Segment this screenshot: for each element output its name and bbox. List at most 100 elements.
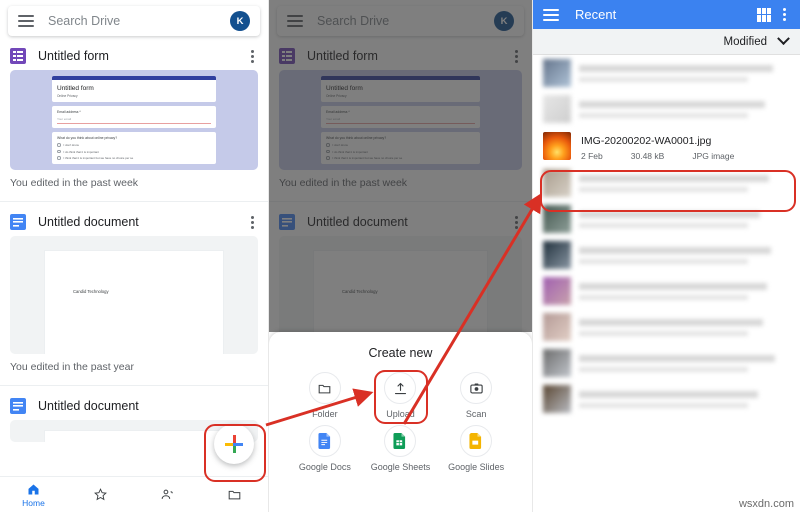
radio-icon — [57, 149, 61, 154]
file-meta — [579, 246, 790, 264]
form-preview-header: Untitled form Online Privacy — [52, 76, 216, 102]
modal-scrim[interactable] — [269, 0, 532, 332]
sort-control[interactable]: Modified — [533, 29, 800, 55]
file-thumbnail — [543, 349, 571, 377]
list-item[interactable] — [533, 55, 800, 91]
document-page-preview — [44, 430, 224, 442]
nav-item-starred[interactable] — [67, 487, 134, 502]
google-sheets-icon — [393, 433, 406, 449]
nav-item-label: Home — [22, 497, 45, 508]
bottom-sheet-title: Create new — [368, 346, 433, 360]
file-size: 30.48 kB — [630, 151, 665, 161]
nav-item-shared[interactable] — [134, 487, 201, 502]
more-vert-icon[interactable] — [783, 8, 786, 21]
shared-people-icon — [161, 489, 173, 499]
form-preview-field-placeholder: Your email — [57, 117, 211, 124]
chevron-down-icon[interactable] — [777, 32, 790, 46]
create-option-google-sheets[interactable]: Google Sheets — [363, 425, 439, 472]
file-thumbnail — [543, 169, 571, 197]
create-option-label: Folder — [312, 409, 338, 419]
screenshot-root: Search Drive K Untitled form Untitled fo… — [0, 0, 800, 512]
radio-icon — [57, 143, 61, 147]
form-preview-question-block: What do you think about online privacy? … — [52, 132, 216, 164]
more-vert-icon[interactable] — [251, 49, 254, 63]
folder-icon-circle — [308, 372, 341, 404]
camera-scan-icon-circle — [460, 372, 493, 404]
form-preview: Untitled form Online Privacy Email addre… — [52, 76, 216, 170]
nav-item-files[interactable] — [201, 487, 268, 502]
file-list: IMG-20200202-WA0001.jpg 2 Feb 30.48 kB J… — [533, 55, 800, 417]
app-bar: Recent — [533, 0, 800, 29]
form-preview-question: What do you think about online privacy? — [57, 136, 118, 140]
search-bar[interactable]: Search Drive K — [8, 6, 260, 36]
list-item[interactable] — [533, 201, 800, 237]
file-list-item-highlighted[interactable]: IMG-20200202-WA0001.jpg 2 Feb 30.48 kB J… — [533, 127, 800, 165]
more-vert-icon[interactable] — [251, 215, 254, 229]
file-card-document[interactable]: Untitled document Candid Technology You … — [0, 202, 268, 385]
hamburger-icon[interactable] — [18, 15, 34, 27]
file-meta — [579, 354, 790, 372]
file-thumbnail — [543, 313, 571, 341]
avatar[interactable]: K — [230, 11, 250, 31]
left-panel-drive-home: Search Drive K Untitled form Untitled fo… — [0, 0, 268, 512]
list-item[interactable] — [533, 309, 800, 345]
form-preview-title: Untitled form — [57, 85, 94, 92]
google-slides-icon — [469, 433, 482, 449]
file-card-title: Untitled document — [38, 215, 139, 229]
page-title: Recent — [575, 7, 617, 22]
create-option-label: Upload — [386, 409, 415, 419]
file-thumbnail — [543, 205, 571, 233]
mid-panel-create-new: Search Drive K Untitled form Untitled fo… — [268, 0, 533, 512]
hamburger-icon[interactable] — [543, 8, 559, 21]
create-option-label: Google Sheets — [370, 462, 431, 472]
google-docs-icon — [10, 214, 26, 230]
list-item[interactable] — [533, 273, 800, 309]
star-icon — [94, 488, 107, 501]
google-docs-icon-circle — [308, 425, 341, 457]
folder-icon — [228, 490, 241, 500]
home-icon — [28, 484, 39, 494]
form-preview-subtitle: Online Privacy — [57, 94, 78, 98]
list-item[interactable] — [533, 91, 800, 127]
create-new-fab[interactable] — [214, 424, 254, 464]
google-slides-icon-circle — [460, 425, 493, 457]
file-meta — [579, 282, 790, 300]
google-docs-icon — [318, 433, 330, 449]
list-item[interactable] — [533, 237, 800, 273]
create-option-google-slides[interactable]: Google Slides — [438, 425, 514, 472]
list-item[interactable] — [533, 345, 800, 381]
form-preview-option-label: I think that it is important but we have… — [63, 156, 134, 160]
document-page-preview: Candid Technology — [44, 250, 224, 354]
file-card-form[interactable]: Untitled form Untitled form Online Priva… — [0, 36, 268, 201]
camera-scan-icon — [469, 383, 483, 393]
document-thumbnail[interactable]: Candid Technology — [10, 236, 258, 354]
file-meta — [579, 174, 790, 192]
form-thumbnail[interactable]: Untitled form Online Privacy Email addre… — [10, 70, 258, 170]
plus-icon — [225, 435, 243, 453]
form-preview-option-label: I do think that it is important — [63, 149, 99, 154]
create-option-label: Google Docs — [298, 462, 351, 472]
form-preview-option: I do think that it is important — [57, 150, 211, 154]
form-preview-email-field: Email address * Your email — [52, 106, 216, 128]
file-meta — [579, 100, 790, 118]
form-preview-field-label: Email address * — [57, 110, 81, 114]
create-option-label: Scan — [465, 409, 487, 419]
grid-view-icon[interactable] — [757, 7, 771, 22]
form-preview-option: I don't know — [57, 143, 211, 147]
google-docs-icon — [10, 398, 26, 414]
nav-item-home[interactable]: Home — [0, 482, 67, 508]
create-option-google-docs[interactable]: Google Docs — [287, 425, 363, 472]
sort-label: Modified — [723, 35, 767, 48]
file-meta — [579, 64, 790, 82]
list-item[interactable] — [533, 381, 800, 417]
create-option-scan[interactable]: Scan — [438, 372, 514, 419]
file-card-title: Untitled form — [38, 49, 109, 63]
file-card-title: Untitled document — [38, 399, 139, 413]
create-option-folder[interactable]: Folder — [287, 372, 363, 419]
search-input[interactable]: Search Drive — [48, 14, 230, 28]
list-item[interactable] — [533, 165, 800, 201]
upload-icon — [394, 382, 407, 394]
create-option-upload[interactable]: Upload — [363, 372, 439, 419]
create-new-bottom-sheet: Create new Folder Upload Scan Google Doc… — [269, 332, 532, 512]
google-sheets-icon-circle — [384, 425, 417, 457]
